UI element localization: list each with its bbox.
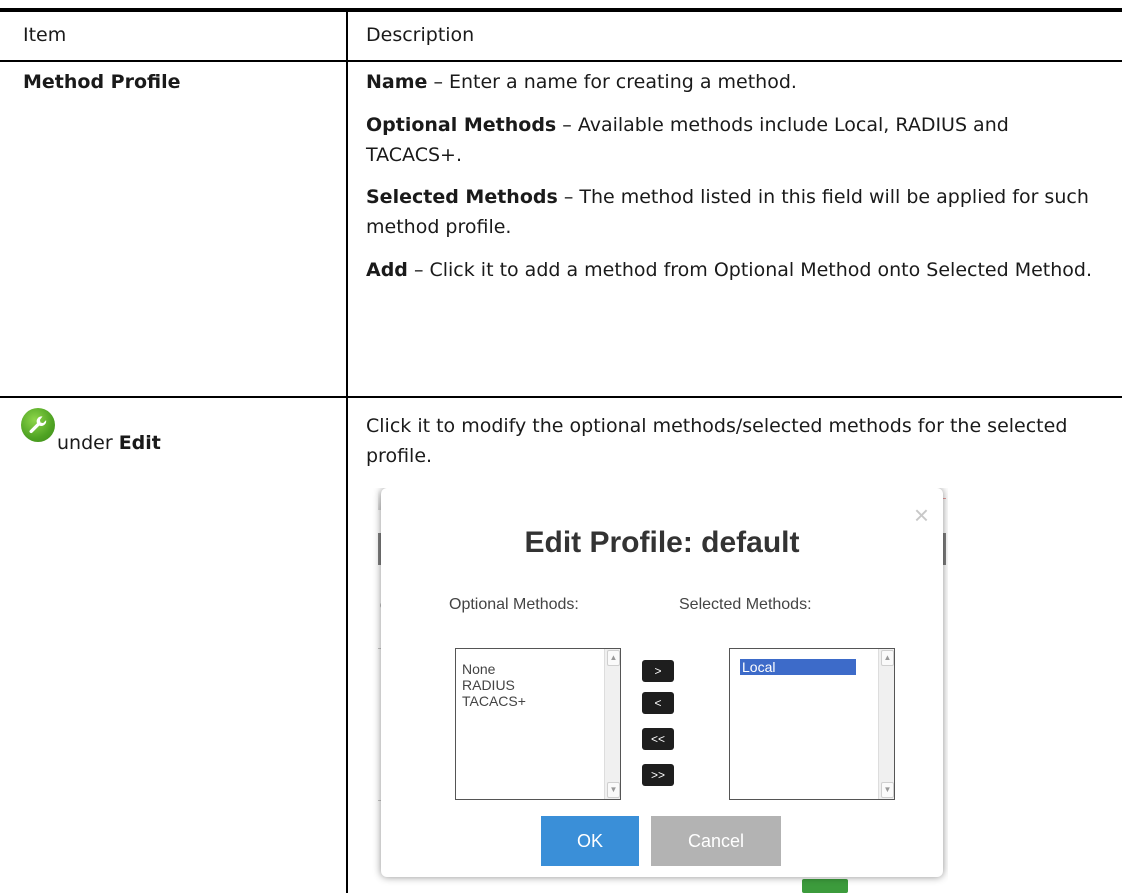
desc-entry-optional-methods: Optional Methods – Available methods inc… [366, 110, 1106, 170]
ok-button[interactable]: OK [541, 816, 639, 866]
header-rule [0, 60, 1122, 62]
selected-methods-list[interactable]: Local ▲ ▼ [729, 648, 895, 800]
term-add-text: – Click it to add a method from Optional… [407, 259, 1092, 281]
edit-profile-screenshot: d × Edit Profile: default Optional Metho… [358, 488, 948, 893]
row-divider [0, 396, 1122, 398]
header-description: Description [366, 24, 475, 46]
list-item[interactable]: None [462, 661, 526, 677]
edit-profile-dialog: × Edit Profile: default Optional Methods… [381, 488, 943, 877]
table-top-rule [0, 8, 1122, 12]
desc-entry-selected-methods: Selected Methods – The method listed in … [366, 182, 1106, 242]
term-name: Name [366, 71, 428, 93]
close-icon[interactable]: × [914, 502, 929, 528]
desc-entry-name: Name – Enter a name for creating a metho… [366, 67, 1106, 97]
move-left-button[interactable]: < [642, 692, 674, 714]
edit-label-prefix: under [57, 432, 119, 454]
scroll-down-icon[interactable]: ▼ [607, 782, 620, 798]
dialog-title: Edit Profile: default [524, 526, 800, 559]
scrollbar[interactable]: ▲ ▼ [604, 649, 620, 799]
scroll-up-icon[interactable]: ▲ [881, 650, 894, 666]
list-item[interactable]: TACACS+ [462, 693, 526, 709]
edit-label: under Edit [57, 428, 161, 458]
column-divider [346, 12, 348, 893]
scrollbar[interactable]: ▲ ▼ [878, 649, 894, 799]
wrench-icon [21, 408, 55, 442]
optional-methods-list[interactable]: None RADIUS TACACS+ ▲ ▼ [455, 648, 621, 800]
header-item: Item [23, 24, 67, 46]
scroll-up-icon[interactable]: ▲ [607, 650, 620, 666]
row-item-edit: under Edit [21, 404, 331, 474]
term-add: Add [366, 259, 408, 281]
edit-label-bold: Edit [118, 432, 161, 454]
list-item[interactable]: RADIUS [462, 677, 526, 693]
desc-entry-add: Add – Click it to add a method from Opti… [366, 255, 1106, 285]
optional-methods-label: Optional Methods: [449, 596, 579, 613]
selected-methods-label: Selected Methods: [679, 596, 812, 613]
desc-edit: Click it to modify the optional methods/… [366, 415, 1068, 467]
background-add-button [802, 879, 848, 893]
term-name-text: – Enter a name for creating a method. [427, 71, 797, 93]
cancel-button[interactable]: Cancel [651, 816, 781, 866]
row-item-method-profile: Method Profile [23, 71, 181, 93]
description-table: Item Description Method Profile Name – E… [0, 0, 1122, 893]
term-optional-methods: Optional Methods [366, 114, 557, 136]
list-item-selected[interactable]: Local [740, 659, 856, 675]
move-right-button[interactable]: > [642, 660, 674, 682]
move-all-right-button[interactable]: >> [642, 764, 674, 786]
scroll-down-icon[interactable]: ▼ [881, 782, 894, 798]
term-selected-methods: Selected Methods [366, 186, 558, 208]
move-all-left-button[interactable]: << [642, 728, 674, 750]
